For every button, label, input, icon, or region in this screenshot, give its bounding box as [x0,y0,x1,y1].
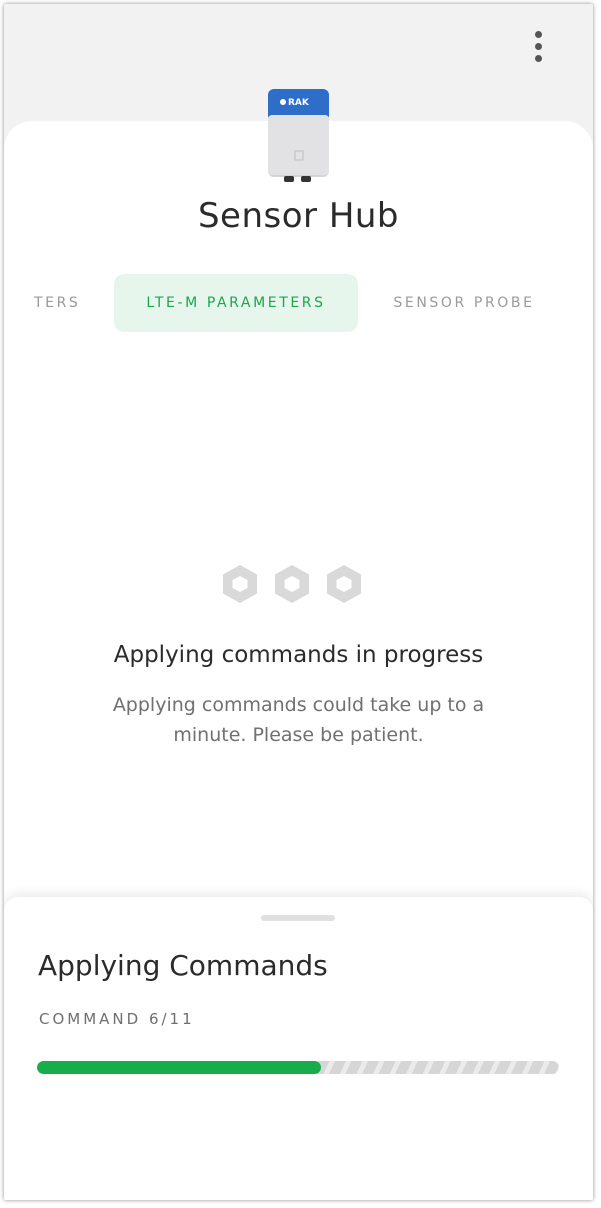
sheet-title: Applying Commands [38,949,328,982]
menu-dot [534,42,542,50]
tab-bar: TERS LTE-M PARAMETERS SENSOR PROBE [4,274,593,332]
tab-parameters[interactable]: TERS [34,274,94,332]
bottom-sheet: Applying Commands COMMAND 6/11 [4,897,593,1200]
sheet-drag-handle[interactable] [261,915,335,921]
menu-dot [534,30,542,38]
app-screen: RAK Sensor Hub TERS LTE-M PARAMETERS SEN… [4,4,593,1200]
progress-bar-fill [37,1061,322,1074]
progress-bar [37,1061,559,1074]
progress-description: Applying commands could take up to a min… [112,694,485,746]
device-image: RAK [268,89,329,182]
hexagon-loader-icon [223,565,361,603]
progress-heading: Applying commands in progress [113,642,484,668]
tab-sensor-probe[interactable]: SENSOR PROBE [376,274,552,332]
page-title: Sensor Hub [197,196,400,236]
device-brand: RAK [288,98,310,108]
command-counter: COMMAND 6/11 [39,1010,195,1028]
more-options-icon[interactable] [528,26,548,66]
menu-dot [534,54,542,62]
tab-lte-m-parameters[interactable]: LTE-M PARAMETERS [114,274,358,332]
